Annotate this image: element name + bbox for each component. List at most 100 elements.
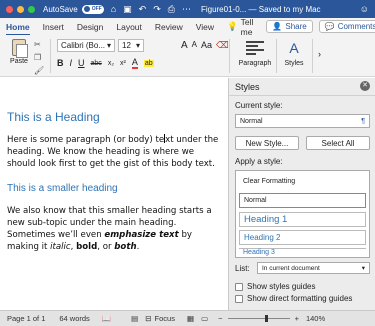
web-layout-icon[interactable]: ▭ <box>201 314 208 323</box>
clipboard-icon <box>12 39 28 58</box>
zoom-slider[interactable] <box>227 315 290 322</box>
bold-button[interactable]: B <box>57 58 64 68</box>
chevron-down-icon: ▾ <box>106 41 111 50</box>
lightbulb-icon: 💡 <box>227 21 238 31</box>
grow-font-button[interactable]: A <box>181 40 188 51</box>
font-name-dropdown[interactable]: Calibri (Bo... ▾ <box>57 39 115 52</box>
strikethrough-button[interactable]: abc <box>91 60 102 67</box>
tab-layout[interactable]: Layout <box>116 22 142 32</box>
style-item-normal[interactable]: Normal <box>239 193 366 208</box>
zoom-slider-thumb[interactable] <box>264 315 268 322</box>
font-size-dropdown[interactable]: 12 ▾ <box>118 39 144 52</box>
zoom-window-button[interactable] <box>28 5 35 13</box>
redo-icon[interactable]: ↷ <box>153 4 161 15</box>
comments-button[interactable]: 💬 Comments <box>318 20 375 33</box>
window-controls <box>6 5 35 13</box>
paragraph-1: Here is some paragraph (or body) text un… <box>7 134 219 169</box>
tab-insert[interactable]: Insert <box>43 22 64 32</box>
underline-button[interactable]: U <box>78 58 85 68</box>
home-icon[interactable]: ⌂ <box>111 4 116 14</box>
page-count[interactable]: Page 1 of 1 <box>7 314 45 323</box>
paragraph-mark-icon: ¶ <box>361 117 365 125</box>
cut-icon[interactable]: ✂ <box>34 40 44 49</box>
more-icon[interactable]: ⋯ <box>182 4 191 15</box>
ribbon-divider <box>276 39 277 73</box>
font-color-button[interactable]: A <box>131 57 138 69</box>
apply-style-label: Apply a style: <box>235 157 283 166</box>
title-bar: AutoSave OFF ⌂ ▣ ↶ ↷ ⎙ ⋯ Figure01-0... —… <box>0 0 375 18</box>
paragraph-button[interactable]: Paragraph <box>238 39 272 67</box>
focus-icon[interactable]: ⊟ <box>145 314 151 323</box>
paragraph-2: We also know that this smaller heading s… <box>7 206 212 252</box>
select-all-button[interactable]: Select All <box>306 136 370 150</box>
tab-view[interactable]: View <box>196 22 214 32</box>
subscript-button[interactable]: x₂ <box>108 60 114 67</box>
heading-1: This is a Heading <box>7 110 100 124</box>
pane-title: Styles <box>235 82 260 92</box>
style-item-clear-formatting[interactable]: Clear Formatting <box>239 174 366 189</box>
focus-label[interactable]: Focus <box>155 314 175 323</box>
save-icon[interactable]: ▣ <box>123 4 132 15</box>
current-style-value: Normal <box>240 117 263 125</box>
superscript-button[interactable]: x² <box>120 60 126 67</box>
comment-icon: 💬 <box>324 22 335 31</box>
style-item-heading-3[interactable]: Heading 3 <box>239 248 366 256</box>
change-case-button[interactable]: Aa <box>201 40 212 51</box>
current-style-field[interactable]: Normal ¶ <box>235 114 370 128</box>
print-icon[interactable]: ⎙ <box>168 4 175 15</box>
tab-review[interactable]: Review <box>155 22 183 32</box>
tell-me-label: Tell me <box>240 16 254 37</box>
close-window-button[interactable] <box>6 5 13 13</box>
shrink-font-button[interactable]: A <box>192 40 197 51</box>
styles-icon: A <box>289 40 299 56</box>
paste-button[interactable]: Paste <box>8 39 30 65</box>
print-layout-icon[interactable]: ▦ <box>187 314 194 323</box>
styles-button[interactable]: A Styles <box>281 39 307 67</box>
show-styles-guides-checkbox[interactable]: Show styles guides <box>235 282 315 291</box>
clear-format-icon[interactable]: ⌫ <box>216 40 229 51</box>
zoom-in-icon[interactable]: + <box>295 314 299 323</box>
minimize-window-button[interactable] <box>17 5 24 13</box>
checkbox[interactable] <box>235 294 243 303</box>
checkbox-label: Show direct formatting guides <box>247 294 353 303</box>
styles-pane: Styles ✕ Current style: Normal ¶ New Sty… <box>228 78 375 310</box>
current-style-label: Current style: <box>235 101 283 110</box>
document-canvas[interactable]: This is a Heading Here is some paragraph… <box>0 78 228 310</box>
undo-icon[interactable]: ↶ <box>139 4 147 15</box>
zoom-out-icon[interactable]: − <box>218 314 222 323</box>
highlight-button[interactable]: ab <box>143 59 154 67</box>
ribbon-divider <box>312 39 313 73</box>
share-label: Share <box>285 22 307 31</box>
list-label: List: <box>235 264 250 273</box>
new-style-button[interactable]: New Style... <box>235 136 299 150</box>
copy-icon[interactable]: ❐ <box>34 53 44 62</box>
paste-label: Paste <box>10 58 28 65</box>
tab-design[interactable]: Design <box>77 22 103 32</box>
ribbon-tabs: Home Insert Design Layout Review View 💡 … <box>0 17 375 37</box>
divider <box>229 95 375 96</box>
document-title: Figure01-0... — Saved to my Mac <box>200 4 321 14</box>
proofing-icon[interactable]: 📖 <box>102 314 111 323</box>
style-item-heading-2[interactable]: Heading 2 <box>239 230 366 245</box>
comments-label: Comments <box>337 22 375 31</box>
zoom-level[interactable]: 140% <box>306 314 325 323</box>
italic-button[interactable]: I <box>70 58 73 68</box>
font-size-value: 12 <box>122 41 131 50</box>
ribbon-divider <box>50 39 51 73</box>
style-list: Clear Formatting Normal Heading 1 Headin… <box>235 170 370 258</box>
share-button[interactable]: 👤 Share <box>266 20 313 33</box>
word-count[interactable]: 64 words <box>59 314 89 323</box>
style-item-heading-1[interactable]: Heading 1 <box>239 212 366 227</box>
close-icon[interactable]: ✕ <box>360 81 370 91</box>
checkbox[interactable] <box>235 282 243 291</box>
read-mode-icon[interactable]: ▤ <box>131 314 138 323</box>
list-dropdown[interactable]: In current document ▾ <box>257 262 370 274</box>
format-painter-icon[interactable]: 🖌 <box>34 66 44 75</box>
tab-home[interactable]: Home <box>6 22 30 36</box>
tell-me[interactable]: 💡 Tell me <box>227 17 253 37</box>
smiley-icon[interactable]: ☺ <box>360 4 369 14</box>
autosave-toggle[interactable]: OFF <box>81 4 104 14</box>
show-direct-formatting-checkbox[interactable]: Show direct formatting guides <box>235 294 352 303</box>
ribbon-more-icon[interactable]: › <box>318 49 321 59</box>
checkbox-label: Show styles guides <box>247 282 316 291</box>
